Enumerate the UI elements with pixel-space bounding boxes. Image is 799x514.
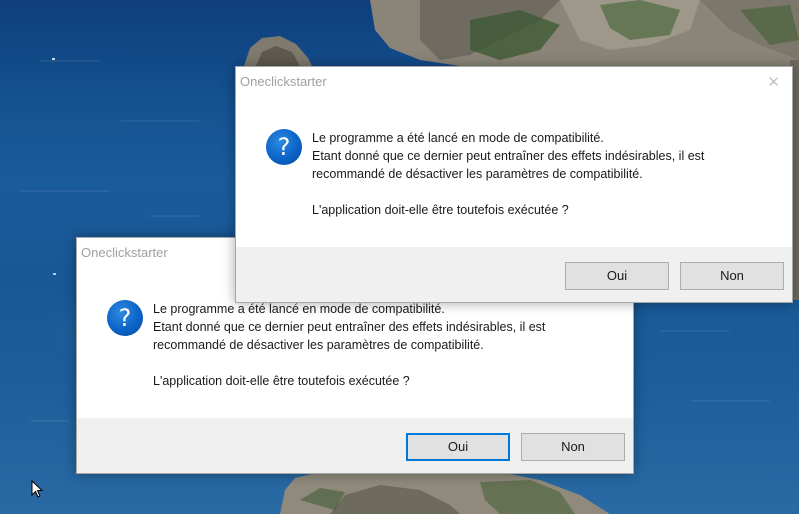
message-question: L'application doit-elle être toutefois e… <box>312 203 569 217</box>
message-line: Le programme a été lancé en mode de comp… <box>312 131 604 145</box>
dialog-footer: Oui Non <box>77 418 633 473</box>
oui-button[interactable]: Oui <box>565 262 669 290</box>
message-question: L'application doit-elle être toutefois e… <box>153 374 410 388</box>
non-button[interactable]: Non <box>680 262 784 290</box>
non-button[interactable]: Non <box>521 433 625 461</box>
message-text: Le programme a été lancé en mode de comp… <box>312 129 782 219</box>
message-line: recommandé de désactiver les paramètres … <box>153 338 484 352</box>
question-icon: ? <box>266 129 302 165</box>
oui-button[interactable]: Oui <box>406 433 510 461</box>
message-text: Le programme a été lancé en mode de comp… <box>153 300 623 390</box>
titlebar[interactable]: Oneclickstarter ✕ <box>236 67 792 97</box>
dialog-title: Oneclickstarter <box>240 74 327 89</box>
message-line: Etant donné que ce dernier peut entraîne… <box>153 320 546 334</box>
close-icon[interactable]: ✕ <box>767 73 780 91</box>
dialog-title: Oneclickstarter <box>81 245 168 260</box>
mouse-cursor-icon <box>31 480 43 498</box>
message-line: Etant donné que ce dernier peut entraîne… <box>312 149 705 163</box>
dialog-front: Oneclickstarter ✕ ? Le programme a été l… <box>235 66 793 303</box>
question-icon: ? <box>107 300 143 336</box>
message-line: recommandé de désactiver les paramètres … <box>312 167 643 181</box>
dialog-footer: Oui Non <box>236 247 792 302</box>
